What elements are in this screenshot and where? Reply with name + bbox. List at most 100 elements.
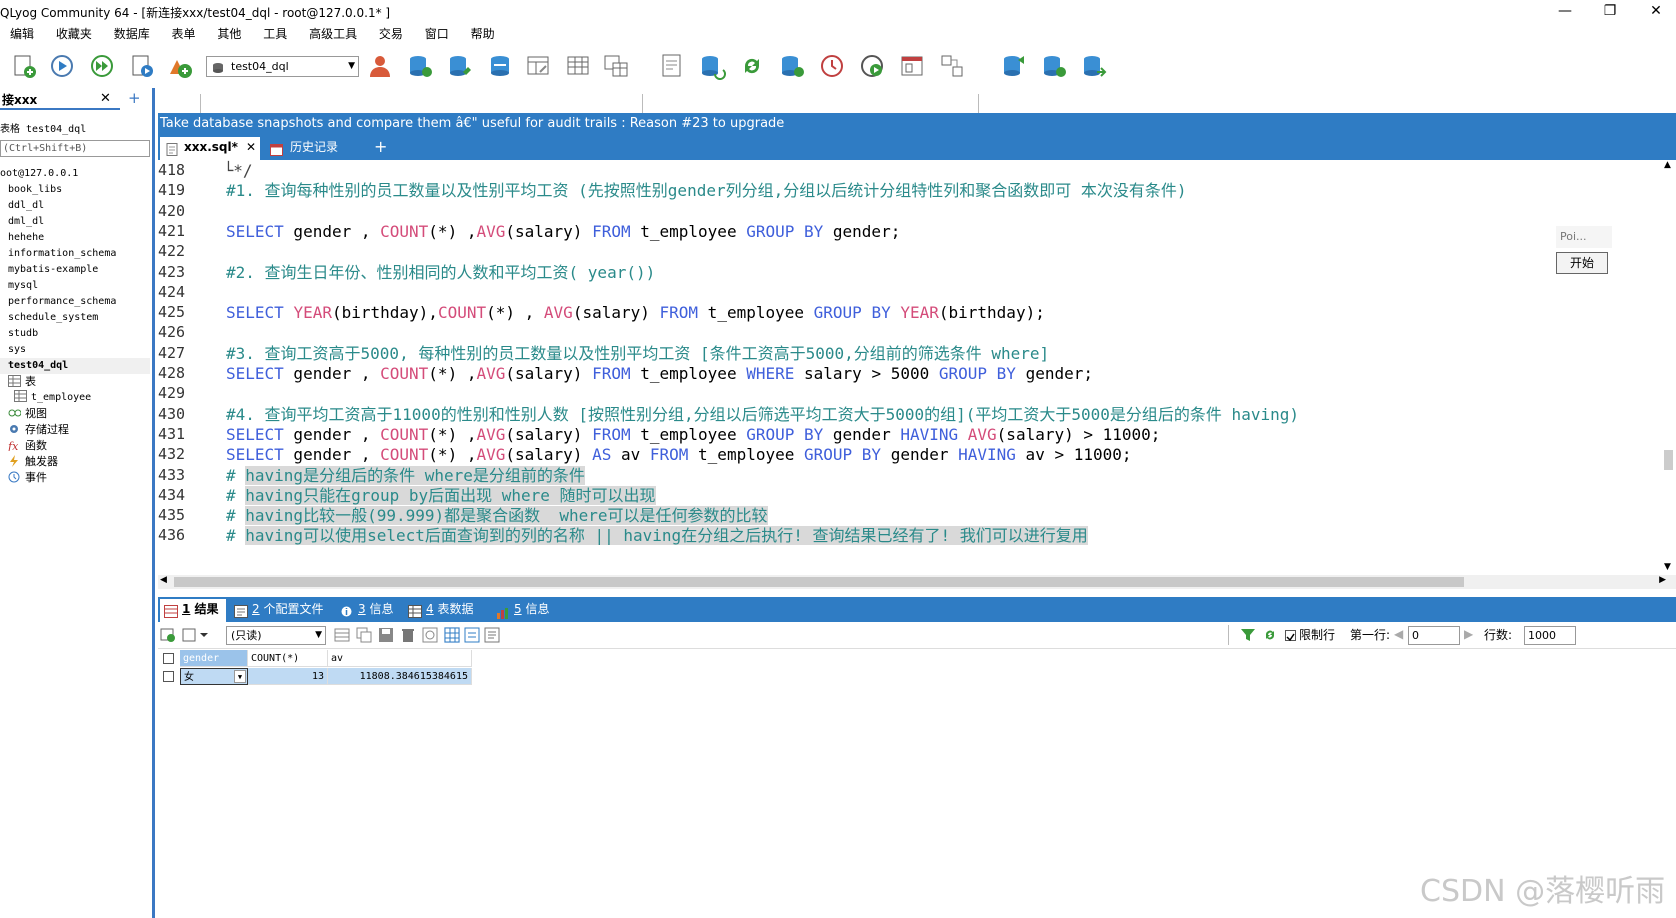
column-header[interactable]: av <box>328 650 472 667</box>
create-db-icon[interactable] <box>406 52 434 80</box>
code-line[interactable]: 425 SELECT YEAR(birthday),COUNT(*) , AVG(… <box>158 302 1668 323</box>
filter-input[interactable]: (Ctrl+Shift+B) <box>0 140 150 157</box>
insert-row-icon[interactable] <box>334 627 350 643</box>
execute-icon[interactable] <box>48 52 76 80</box>
close-tab-icon[interactable]: ✕ <box>246 137 256 158</box>
code-line[interactable]: 432 SELECT gender , COUNT(*) ,AVG(salary)… <box>158 444 1668 465</box>
code-line[interactable]: 430 #4. 查询平均工资高于11000的性别和性别人数 [按照性别分组,分组以… <box>158 404 1668 425</box>
scroll-right-icon[interactable]: ▶ <box>1659 575 1666 585</box>
tree-views-folder[interactable]: 视图 <box>8 406 47 422</box>
tree-db-item[interactable]: schedule_system <box>8 310 98 326</box>
column-header[interactable]: COUNT(*) <box>248 650 328 667</box>
new-query-icon[interactable] <box>10 52 38 80</box>
limit-rows-checkbox[interactable] <box>1285 630 1296 642</box>
tree-tables-folder[interactable]: 表 <box>8 374 36 390</box>
add-tab-icon[interactable]: + <box>374 137 387 156</box>
sql-editor[interactable]: 418 └*/419 #1. 查询每种性别的员工数量以及性别平均工资 (先按照性别… <box>158 160 1676 575</box>
tab-query-editor[interactable]: xxx.sql* ✕ <box>160 137 260 160</box>
scroll-thumb[interactable] <box>174 577 1464 587</box>
menu-table[interactable]: 表单 <box>162 24 204 44</box>
tree-db-item[interactable]: ddl_dl <box>8 198 44 214</box>
schema-designer-icon[interactable] <box>524 52 552 80</box>
tree-triggers-folder[interactable]: 触发器 <box>8 454 58 470</box>
tree-db-item[interactable]: studb <box>8 326 38 342</box>
tab-info[interactable]: 5 信息 <box>492 599 558 622</box>
scroll-down-icon[interactable]: ▼ <box>1664 562 1671 572</box>
rows-input[interactable]: 1000 <box>1524 626 1576 645</box>
menu-tools[interactable]: 工具 <box>253 24 295 44</box>
tree-db-item[interactable]: hehehe <box>8 230 44 246</box>
tree-db-item[interactable]: mybatis-example <box>8 262 98 278</box>
close-icon[interactable]: ✕ <box>100 91 111 106</box>
schema-sync-icon[interactable] <box>1000 52 1028 80</box>
add-connection-icon[interactable]: + <box>128 89 141 107</box>
result-mode-select[interactable]: (只读) ▼ <box>226 626 326 645</box>
alter-db-icon[interactable] <box>446 52 474 80</box>
code-line[interactable]: 431 SELECT gender , COUNT(*) ,AVG(salary)… <box>158 424 1668 445</box>
code-line[interactable]: 418 └*/ <box>158 160 1668 181</box>
backup-db-icon[interactable] <box>778 52 806 80</box>
start-button[interactable]: 开始 <box>1556 252 1608 274</box>
code-line[interactable]: 420 <box>158 201 1668 222</box>
tree-db-item-selected[interactable]: test04_dql <box>0 358 150 374</box>
restore-icon[interactable]: ❐ <box>1590 0 1630 22</box>
scroll-thumb[interactable] <box>1664 450 1673 470</box>
save-icon[interactable] <box>378 627 394 643</box>
database-select[interactable]: test04_dql ▼ <box>206 56 359 77</box>
import-db-icon[interactable] <box>698 52 726 80</box>
code-line[interactable]: 423 #2. 查询生日年份、性别相同的人数和平均工资( year()) <box>158 262 1668 283</box>
row-checkbox[interactable] <box>163 671 174 682</box>
menu-help[interactable]: 帮助 <box>461 24 503 44</box>
column-header[interactable]: gender <box>180 650 248 667</box>
tab-table-data[interactable]: 4 表数据 <box>404 599 488 622</box>
table-cell[interactable]: 13 <box>248 668 328 685</box>
minimize-icon[interactable]: — <box>1545 0 1585 22</box>
menu-other[interactable]: 其他 <box>207 24 249 44</box>
tree-events-folder[interactable]: 事件 <box>8 470 47 486</box>
copy-table-icon[interactable] <box>602 52 630 80</box>
code-line[interactable]: 422 <box>158 241 1668 262</box>
tree-host[interactable]: oot@127.0.0.1 <box>0 166 78 182</box>
vertical-scrollbar[interactable]: ▲ ▼ <box>1662 160 1676 575</box>
tree-functions-folder[interactable]: fx 函数 <box>7 438 47 454</box>
menu-database[interactable]: 数据库 <box>104 24 158 44</box>
tree-db-item[interactable]: dml_dl <box>8 214 44 230</box>
scroll-up-icon[interactable]: ▲ <box>1664 160 1671 170</box>
play-scheduled-icon[interactable] <box>858 52 886 80</box>
query-builder-icon[interactable] <box>658 52 686 80</box>
execute-all-icon[interactable] <box>88 52 116 80</box>
export-icon[interactable] <box>160 627 176 643</box>
scroll-left-icon[interactable]: ◀ <box>160 575 167 585</box>
tree-db-item[interactable]: mysql <box>8 278 38 294</box>
tree-db-item[interactable]: performance_schema <box>8 294 116 310</box>
compare-icon[interactable] <box>938 52 966 80</box>
table-cell[interactable]: 女 ▼ <box>180 668 248 685</box>
filter-icon[interactable] <box>1240 627 1256 643</box>
tree-procedures-folder[interactable]: 存储过程 <box>8 422 69 438</box>
tree-table-item[interactable]: t_employee <box>14 390 91 406</box>
menu-advanced-tools[interactable]: 高级工具 <box>299 24 365 44</box>
scheduler-clock-icon[interactable] <box>818 52 846 80</box>
table-grid-icon[interactable] <box>564 52 592 80</box>
user-manager-icon[interactable] <box>366 52 394 80</box>
table-cell[interactable]: 11808.384615384615 <box>328 668 472 685</box>
reset-filter-icon[interactable] <box>1262 627 1278 643</box>
text-view-icon[interactable] <box>484 627 500 643</box>
code-line[interactable]: 429 <box>158 383 1668 404</box>
code-line[interactable]: 426 <box>158 322 1668 343</box>
execute-step-icon[interactable] <box>128 52 156 80</box>
duplicate-row-icon[interactable] <box>356 627 372 643</box>
tree-db-item[interactable]: book_libs <box>8 182 62 198</box>
delete-icon[interactable] <box>400 627 416 643</box>
grid-view-icon[interactable] <box>444 627 460 643</box>
menu-favorites[interactable]: 收藏夹 <box>46 24 100 44</box>
export-dropdown-icon[interactable] <box>182 627 212 643</box>
prev-page-icon[interactable]: ◀ <box>1394 627 1408 643</box>
tab-profile[interactable]: 2 个配置文件 <box>230 599 330 622</box>
code-line[interactable]: 435 # having比较一般(99.999)都是聚合函数 where可以是任何… <box>158 505 1668 526</box>
code-line[interactable]: 434 # having只能在group by后面出现 where 随时可以出现 <box>158 485 1668 506</box>
db-sync-icon[interactable] <box>486 52 514 80</box>
tree-db-item[interactable]: information_schema <box>8 246 116 262</box>
refresh-icon[interactable] <box>738 52 766 80</box>
menu-window[interactable]: 窗口 <box>415 24 457 44</box>
